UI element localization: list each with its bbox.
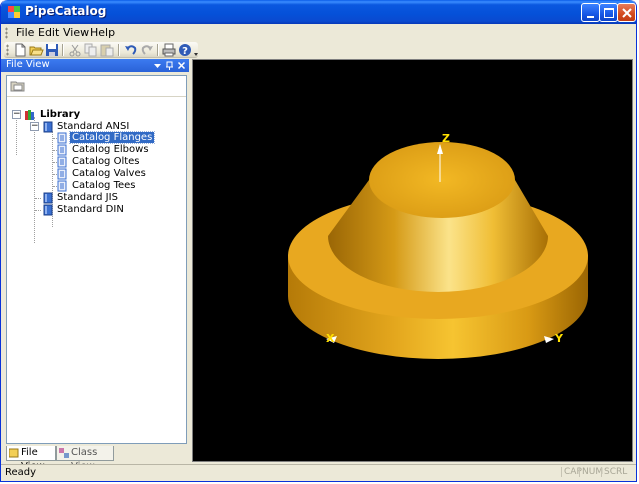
tree-node-standard-din[interactable]: Standard DIN: [55, 204, 126, 216]
pane-menu-icon[interactable]: [152, 59, 163, 72]
tree-toolbar: [7, 76, 186, 97]
status-text: Ready: [5, 467, 37, 478]
tree-node-label: Library: [40, 109, 81, 120]
tree-node-label: Catalog Valves: [72, 168, 146, 179]
pin-icon[interactable]: [164, 59, 175, 72]
tab-class-view[interactable]: Class View: [56, 446, 114, 472]
book-icon: [43, 204, 53, 216]
maximize-button[interactable]: [599, 3, 618, 22]
close-button[interactable]: [617, 3, 636, 22]
3d-viewport[interactable]: Z X Y: [192, 59, 633, 462]
catalog-icon: [57, 180, 67, 192]
tree-node-label: Catalog Elbows: [72, 144, 149, 155]
tree-line: [34, 117, 35, 243]
tree-node-label: Standard JIS: [57, 192, 118, 203]
menu-file[interactable]: File: [16, 26, 34, 39]
collapse-library-toggle[interactable]: −: [12, 110, 21, 119]
window-title: PipeCatalog: [25, 4, 107, 18]
pane-header[interactable]: File View: [1, 59, 189, 72]
tree-node-standard-jis[interactable]: Standard JIS: [55, 192, 120, 204]
tree-node-label: Standard ANSI: [57, 121, 130, 132]
catalog-icon: [57, 168, 67, 180]
undo-icon[interactable]: [123, 42, 139, 58]
redo-icon[interactable]: [139, 42, 155, 58]
pane-tabs: File View Class View: [1, 446, 189, 472]
open-icon[interactable]: [28, 42, 44, 58]
tree-line: [35, 198, 41, 199]
toolbar-separator: [118, 44, 119, 56]
tree-node-catalog-elbows[interactable]: Catalog Elbows: [70, 144, 151, 156]
menu-grip[interactable]: [5, 27, 8, 39]
file-tree-panel: − Library − Standard ANSI Catalog Flange…: [6, 75, 187, 444]
copy-icon[interactable]: [83, 42, 99, 58]
file-view-pane: File View − Library − Standard ANSI Cata…: [1, 59, 189, 472]
tree-line: [16, 117, 17, 155]
catalog-icon: [57, 132, 67, 144]
paste-icon[interactable]: [99, 42, 115, 58]
book-icon: [43, 121, 53, 133]
z-axis-label: Z: [442, 132, 450, 145]
tree-node-catalog-valves[interactable]: Catalog Valves: [70, 168, 148, 180]
library-icon: [25, 110, 34, 120]
tree-node-catalog-tees[interactable]: Catalog Tees: [70, 180, 138, 192]
pane-close-icon[interactable]: [176, 59, 187, 72]
book-icon: [43, 192, 53, 204]
toolbar-separator: [62, 44, 63, 56]
cut-icon[interactable]: [67, 42, 83, 58]
status-bar: Ready CAP NUM SCRL: [1, 464, 636, 481]
app-icon: [8, 6, 20, 18]
num-lock-indicator: NUM: [579, 467, 603, 477]
folder-properties-icon[interactable]: [10, 78, 26, 94]
close-icon: [622, 8, 632, 18]
tree-node-label: Catalog Tees: [72, 180, 136, 191]
title-bar[interactable]: PipeCatalog: [1, 0, 636, 24]
menu-view[interactable]: View: [63, 26, 89, 39]
menu-bar: File Edit View Help: [1, 24, 636, 42]
toolbar-separator: [157, 44, 158, 56]
save-icon[interactable]: [44, 42, 60, 58]
menu-edit[interactable]: Edit: [38, 26, 59, 39]
y-axis-label: Y: [554, 332, 564, 345]
app-window: PipeCatalog File Edit View Help ? File V…: [0, 0, 637, 482]
tab-file-view[interactable]: File View: [6, 446, 56, 472]
tree-node-catalog-oltes[interactable]: Catalog Oltes: [70, 156, 142, 168]
tree-node-library[interactable]: Library: [38, 109, 82, 121]
standard-toolbar: ?: [4, 42, 198, 58]
scroll-lock-indicator: SCRL: [601, 467, 627, 477]
tree-node-catalog-flanges[interactable]: Catalog Flanges: [68, 131, 156, 144]
class-view-icon: [59, 448, 69, 458]
tree-line: [35, 210, 41, 211]
toolbar-grip[interactable]: [6, 44, 9, 56]
tree-node-label: Standard DIN: [57, 204, 124, 215]
svg-text:?: ?: [182, 46, 188, 57]
help-icon[interactable]: ?: [177, 42, 193, 58]
catalog-icon: [57, 156, 67, 168]
new-icon[interactable]: [12, 42, 28, 58]
menu-help[interactable]: Help: [90, 26, 115, 39]
collapse-standard-ansi-toggle[interactable]: −: [30, 122, 39, 131]
x-axis-label: X: [326, 332, 335, 345]
tree-node-label: Catalog Flanges: [68, 131, 156, 144]
minimize-button[interactable]: [581, 3, 600, 22]
pane-title: File View: [6, 59, 50, 70]
file-view-icon: [9, 448, 19, 458]
tree-node-label: Catalog Oltes: [72, 156, 140, 167]
toolbar-overflow-icon[interactable]: [193, 42, 199, 58]
flange-model: Z X Y: [288, 132, 588, 359]
catalog-icon: [57, 144, 67, 156]
print-icon[interactable]: [161, 42, 177, 58]
